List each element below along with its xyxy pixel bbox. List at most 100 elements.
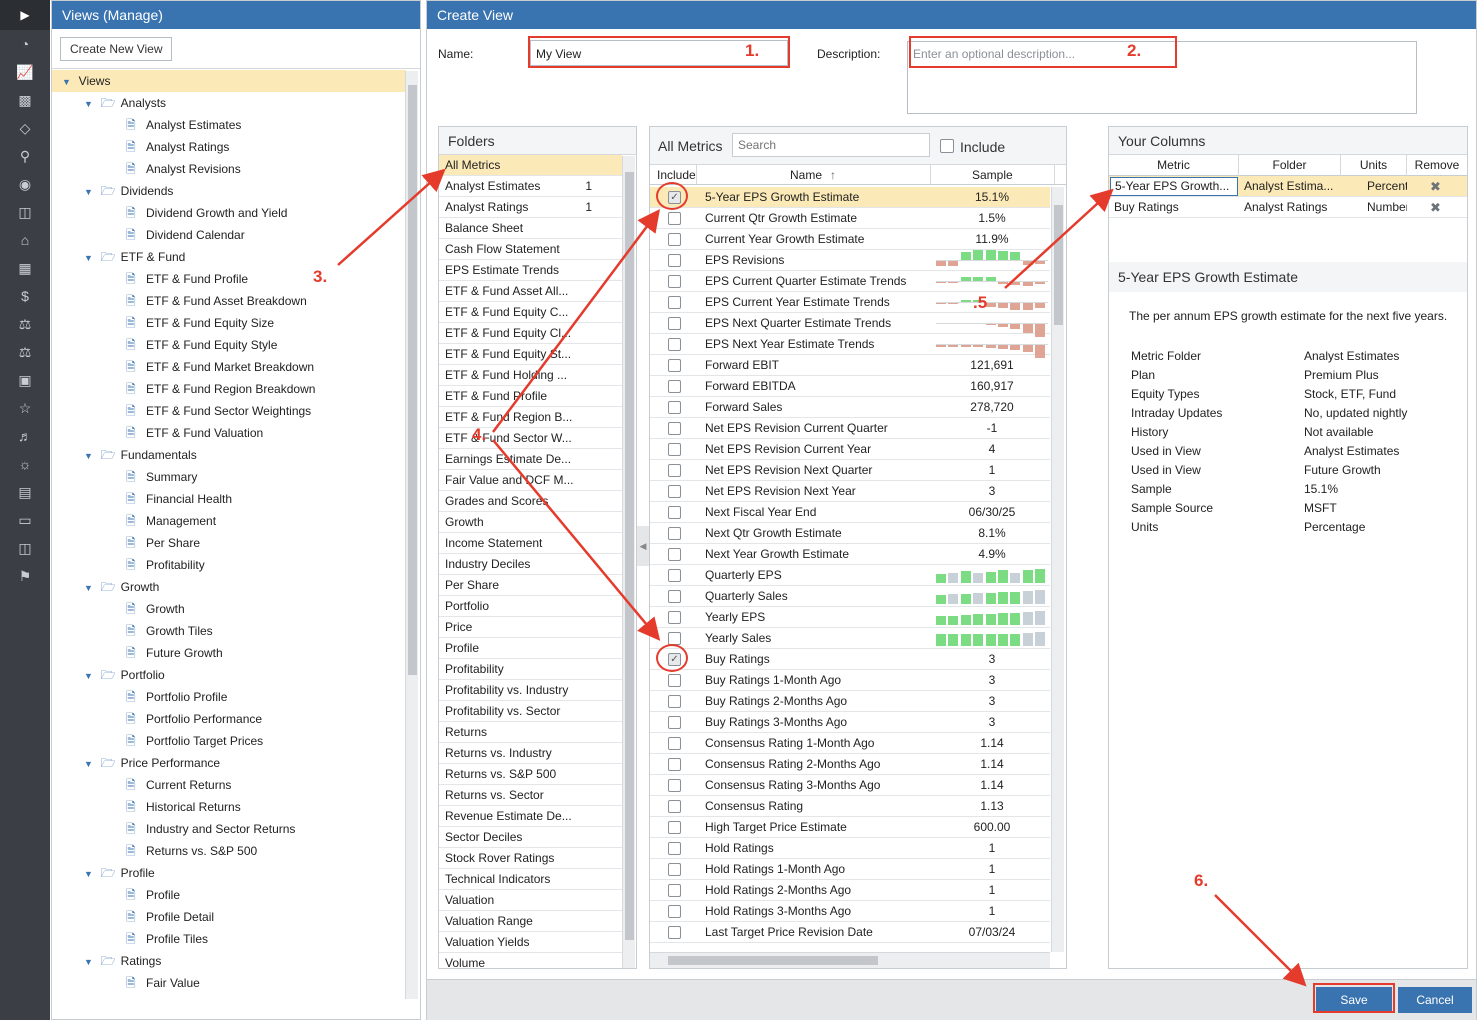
include-checkbox[interactable] [668, 464, 681, 477]
book-icon[interactable]: ▭ [0, 506, 50, 534]
include-checkbox[interactable] [668, 422, 681, 435]
folder-item[interactable]: Profitability vs. Industry [439, 680, 622, 701]
tree-item-view[interactable]: 🗎 ETF & Fund Profile [52, 268, 406, 290]
folder-item[interactable]: Returns [439, 722, 622, 743]
folder-item[interactable]: Technical Indicators [439, 869, 622, 890]
tree-item-view[interactable]: 🗎 ETF & Fund Market Breakdown [52, 356, 406, 378]
tree-folder[interactable]: ▼ 🗁 Ratings [52, 950, 406, 972]
folder-item[interactable]: Valuation [439, 890, 622, 911]
metric-row[interactable]: Hold Ratings 1-Month Ago 1 [650, 859, 1050, 880]
remove-icon[interactable]: ✖ [1430, 197, 1446, 218]
metric-row[interactable]: Quarterly Sales [650, 586, 1050, 607]
tree-item-view[interactable]: 🗎 Current Returns [52, 774, 406, 796]
tree-item-view[interactable]: 🗎 Dividend Growth and Yield [52, 202, 406, 224]
include-checkbox[interactable] [668, 674, 681, 687]
tree-item-view[interactable]: 🗎 Dividend Calendar [52, 224, 406, 246]
tree-folder[interactable]: ▼ 🗁 Price Performance [52, 752, 406, 774]
tree-folder[interactable]: ▼ 🗁 Fundamentals [52, 444, 406, 466]
folder-item[interactable]: Profitability vs. Sector [439, 701, 622, 722]
include-checkbox[interactable] [668, 380, 681, 393]
include-checkbox[interactable] [668, 233, 681, 246]
metric-row[interactable]: Next Fiscal Year End 06/30/25 [650, 502, 1050, 523]
expand-triangle-icon[interactable]: ▼ [84, 951, 94, 973]
include-checkbox[interactable] [668, 695, 681, 708]
include-checkbox[interactable] [668, 548, 681, 561]
include-checkbox[interactable] [668, 611, 681, 624]
folder-item[interactable]: Price [439, 617, 622, 638]
folder-item[interactable]: Analyst Ratings 1 [439, 197, 622, 218]
bell-icon[interactable]: ♬ [0, 422, 50, 450]
your-column-row[interactable]: 5-Year EPS Growth... Analyst Estima... Per… [1109, 176, 1467, 197]
tree-item-view[interactable]: 🗎 Profile Detail [52, 906, 406, 928]
tree-root[interactable]: ▼ Views [52, 70, 406, 92]
expand-triangle-icon[interactable]: ▼ [84, 445, 94, 467]
folder-item[interactable]: ETF & Fund Holding ... [439, 365, 622, 386]
metric-row[interactable]: ✓ 5-Year EPS Growth Estimate 15.1% [650, 187, 1050, 208]
expand-triangle-icon[interactable]: ▼ [84, 181, 94, 203]
metric-row[interactable]: Consensus Rating 1-Month Ago 1.14 [650, 733, 1050, 754]
tree-folder[interactable]: ▼ 🗁 Portfolio [52, 664, 406, 686]
include-checkbox[interactable] [668, 338, 681, 351]
tree-item-view[interactable]: 🗎 Industry and Sector Returns [52, 818, 406, 840]
metric-row[interactable]: Consensus Rating 2-Months Ago 1.14 [650, 754, 1050, 775]
include-checkbox[interactable] [668, 485, 681, 498]
tree-item-view[interactable]: 🗎 ETF & Fund Asset Breakdown [52, 290, 406, 312]
binoculars-icon[interactable]: ◇ [0, 114, 50, 142]
expand-triangle-icon[interactable]: ▼ [84, 247, 94, 269]
chart-line-icon[interactable]: 📈 [0, 58, 50, 86]
folder-item[interactable]: Profile [439, 638, 622, 659]
metric-row[interactable]: EPS Revisions [650, 250, 1050, 271]
folder-item[interactable]: ETF & Fund Asset All... [439, 281, 622, 302]
include-checkbox[interactable] [668, 800, 681, 813]
folder-item[interactable]: Sector Deciles [439, 827, 622, 848]
metric-row[interactable]: EPS Next Quarter Estimate Trends [650, 313, 1050, 337]
metrics-search-input[interactable] [732, 133, 930, 157]
folder-item[interactable]: Balance Sheet [439, 218, 622, 239]
dashboard-icon[interactable]: ◔ [0, 30, 50, 58]
tree-item-view[interactable]: 🗎 Fair Value [52, 972, 406, 994]
folder-item[interactable]: Cash Flow Statement [439, 239, 622, 260]
tree-item-view[interactable]: 🗎 ETF & Fund Valuation [52, 422, 406, 444]
tree-item-view[interactable]: 🗎 Returns vs. S&P 500 [52, 840, 406, 862]
folder-item[interactable]: Grades and Scores [439, 491, 622, 512]
include-checkbox[interactable] [668, 359, 681, 372]
tree-item-view[interactable]: 🗎 Management [52, 510, 406, 532]
tree-item-view[interactable]: 🗎 Analyst Ratings [52, 136, 406, 158]
collapse-folders-handle[interactable]: ◀ [637, 526, 649, 566]
metric-row[interactable]: Yearly Sales [650, 628, 1050, 649]
metric-row[interactable]: Hold Ratings 1 [650, 838, 1050, 859]
metrics-horizontal-scrollbar[interactable] [650, 952, 1050, 968]
tree-item-view[interactable]: 🗎 Analyst Revisions [52, 158, 406, 180]
tree-item-view[interactable]: 🗎 Financial Health [52, 488, 406, 510]
folder-item[interactable]: All Metrics [439, 155, 622, 176]
tree-item-view[interactable]: 🗎 Growth [52, 598, 406, 620]
metric-row[interactable]: Next Qtr Growth Estimate 8.1% [650, 523, 1050, 544]
col-sample[interactable]: Sample [972, 165, 1013, 185]
tree-item-view[interactable]: 🗎 ETF & Fund Equity Size [52, 312, 406, 334]
metric-row[interactable]: Current Qtr Growth Estimate 1.5% [650, 208, 1050, 229]
tree-item-view[interactable]: 🗎 Profile [52, 884, 406, 906]
tree-item-view[interactable]: 🗎 Profile Tiles [52, 928, 406, 950]
tree-folder[interactable]: ▼ 🗁 Growth [52, 576, 406, 598]
include-checkbox[interactable] [668, 296, 681, 309]
tree-item-view[interactable]: 🗎 Future Growth [52, 642, 406, 664]
include-checkbox[interactable] [668, 590, 681, 603]
metric-row[interactable]: EPS Current Quarter Estimate Trends [650, 271, 1050, 292]
tree-item-view[interactable]: 🗎 ETF & Fund Sector Weightings [52, 400, 406, 422]
star-icon[interactable]: ☆ [0, 394, 50, 422]
metric-row[interactable]: Quarterly EPS [650, 565, 1050, 586]
folder-item[interactable]: Portfolio [439, 596, 622, 617]
include-checkbox[interactable] [668, 926, 681, 939]
include-checkbox[interactable] [668, 527, 681, 540]
include-checkbox[interactable] [668, 779, 681, 792]
folder-item[interactable]: ETF & Fund Region B... [439, 407, 622, 428]
bookmark-icon[interactable]: ⚑ [0, 562, 50, 590]
scrollbar-thumb[interactable] [625, 172, 634, 940]
metric-row[interactable]: Last Target Price Revision Date 07/03/24 [650, 922, 1050, 943]
folder-item[interactable]: Fair Value and DCF M... [439, 470, 622, 491]
folder-item[interactable]: ETF & Fund Equity St... [439, 344, 622, 365]
expand-triangle-icon[interactable]: ▼ [84, 665, 94, 687]
sort-up-arrow-icon[interactable]: ↑ [830, 165, 836, 185]
include-checkbox[interactable] [668, 821, 681, 834]
remove-icon[interactable]: ✖ [1430, 176, 1446, 197]
